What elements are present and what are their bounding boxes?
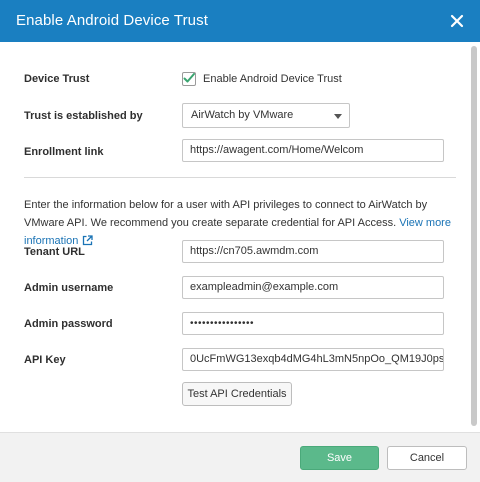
close-icon[interactable] (448, 12, 466, 30)
tenant-url-field[interactable]: https://cn705.awmdm.com (182, 240, 444, 263)
cancel-button[interactable]: Cancel (387, 446, 467, 470)
trust-established-value: AirWatch by VMware (191, 109, 294, 121)
dialog-title: Enable Android Device Trust (16, 12, 208, 29)
enable-device-trust-checkbox[interactable] (182, 72, 196, 86)
external-link-icon (83, 235, 94, 246)
trust-established-select[interactable]: AirWatch by VMware (182, 103, 350, 128)
api-key-field[interactable]: 0UcFmWG13exqb4dMG4hL3mN5npOo_QM19J0psuM (182, 348, 444, 371)
section-divider (24, 177, 456, 178)
dropdown-arrow-icon (334, 114, 342, 119)
admin-username-field[interactable]: exampleadmin@example.com (182, 276, 444, 299)
enable-device-trust-label[interactable]: Enable Android Device Trust (203, 73, 342, 85)
enrollment-link-field[interactable]: https://awagent.com/Home/Welcom (182, 139, 444, 162)
dialog-header: Enable Android Device Trust (0, 0, 480, 42)
admin-username-label: Admin username (24, 282, 114, 294)
api-info-description: Enter the information below for a user w… (24, 199, 428, 229)
test-api-credentials-button[interactable]: Test API Credentials (182, 382, 292, 406)
admin-password-field[interactable]: •••••••••••••••• (182, 312, 444, 335)
device-trust-label: Device Trust (24, 73, 90, 85)
scrollbar[interactable] (471, 46, 477, 426)
admin-password-label: Admin password (24, 318, 113, 330)
tenant-url-label: Tenant URL (24, 246, 85, 258)
save-button[interactable]: Save (300, 446, 379, 470)
dialog-footer: Save Cancel (0, 432, 480, 482)
checkmark-icon (183, 73, 195, 83)
api-key-label: API Key (24, 354, 66, 366)
enrollment-link-label: Enrollment link (24, 146, 104, 158)
trust-established-label: Trust is established by (24, 110, 143, 122)
